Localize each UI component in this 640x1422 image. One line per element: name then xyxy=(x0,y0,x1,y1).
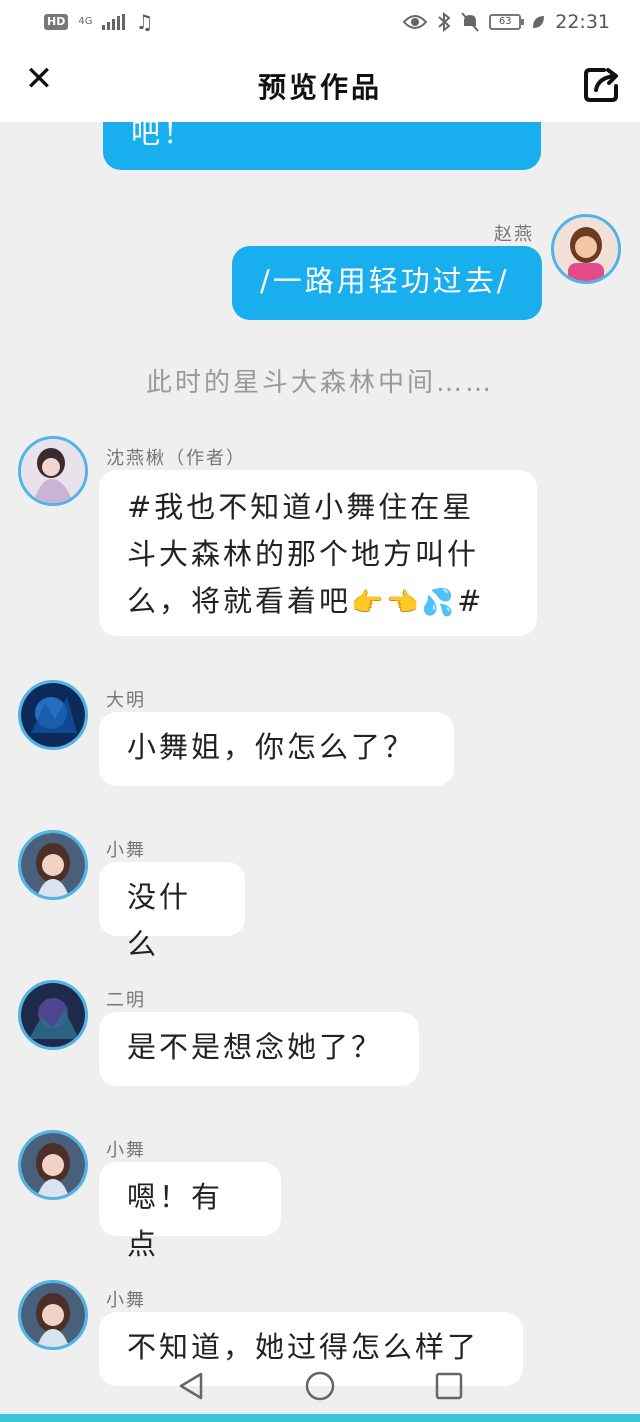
mute-icon xyxy=(461,12,479,32)
chat-area: 吧！ 赵燕 /一路用轻功过去/ 此时的星斗大森林中间…… 沈燕楸（作者） #我也… xyxy=(0,122,640,1412)
status-right: 63 22:31 xyxy=(403,11,610,33)
message-line: 斗大森林的那个地方叫什 xyxy=(127,537,480,571)
emoji: 👉👈💦 xyxy=(351,588,458,618)
message-text: 没什么 xyxy=(127,880,192,961)
sender-name: 赵燕 xyxy=(494,224,534,245)
message-line-text: 么，将就看着吧 xyxy=(127,584,352,618)
eye-icon xyxy=(403,15,428,29)
avatar[interactable] xyxy=(18,1130,88,1200)
battery-icon: 63 xyxy=(489,14,525,30)
message-text: 嗯！有点 xyxy=(127,1180,224,1261)
avatar[interactable] xyxy=(551,214,621,284)
avatar[interactable] xyxy=(18,680,88,750)
sender-name: 小舞 xyxy=(106,1290,146,1311)
message-bubble: 没什么 xyxy=(99,862,245,961)
recents-icon[interactable] xyxy=(435,1372,463,1400)
status-bar: HD 4G ♫ 63 22:31 xyxy=(0,0,640,44)
leaf-icon xyxy=(533,16,545,28)
avatar[interactable] xyxy=(18,980,88,1050)
avatar[interactable] xyxy=(18,1280,88,1350)
status-left: HD 4G ♫ xyxy=(44,10,153,34)
signal-icon xyxy=(102,14,126,30)
share-icon[interactable] xyxy=(582,64,622,104)
message-bubble: 嗯！有点 xyxy=(99,1162,281,1261)
header: ✕ 预览作品 xyxy=(0,44,640,122)
bluetooth-icon xyxy=(438,12,451,32)
clock: 22:31 xyxy=(555,11,610,33)
message-bubble: 吧！ xyxy=(103,122,541,170)
narration-text: 此时的星斗大森林中间…… xyxy=(145,368,494,398)
system-nav-bar xyxy=(0,1356,640,1416)
message-bubble: /一路用轻功过去/ xyxy=(232,246,542,320)
page-title: 预览作品 xyxy=(257,71,382,104)
sender-name: 沈燕楸（作者） xyxy=(106,448,246,469)
sender-name: 大明 xyxy=(106,690,146,711)
hd-badge: HD xyxy=(44,14,69,30)
sender-name: 二明 xyxy=(106,990,146,1011)
sender-name: 小舞 xyxy=(106,1140,146,1161)
avatar[interactable] xyxy=(18,830,88,900)
message-text: 小舞姐，你怎么了？ xyxy=(127,730,416,764)
music-icon: ♫ xyxy=(135,10,154,34)
bottom-strip xyxy=(0,1414,640,1422)
message-bubble: 是不是想念她了？ xyxy=(99,1012,419,1086)
message-line-suffix: # xyxy=(457,584,485,618)
message-text: 吧！ xyxy=(131,122,196,150)
message-bubble: #我也不知道小舞住在星 斗大森林的那个地方叫什 么，将就看着吧👉👈💦# xyxy=(99,470,537,636)
home-icon[interactable] xyxy=(305,1371,335,1401)
back-icon[interactable] xyxy=(177,1371,205,1401)
network-indicator: 4G xyxy=(78,16,93,27)
avatar[interactable] xyxy=(18,436,88,506)
message-line: #我也不知道小舞住在星 xyxy=(127,490,475,524)
message-text: /一路用轻功过去/ xyxy=(260,264,510,298)
message-bubble: 小舞姐，你怎么了？ xyxy=(99,712,454,786)
sender-name: 小舞 xyxy=(106,840,146,861)
message-line: 么，将就看着吧👉👈💦# xyxy=(127,578,509,627)
message-text: 是不是想念她了？ xyxy=(127,1030,384,1064)
